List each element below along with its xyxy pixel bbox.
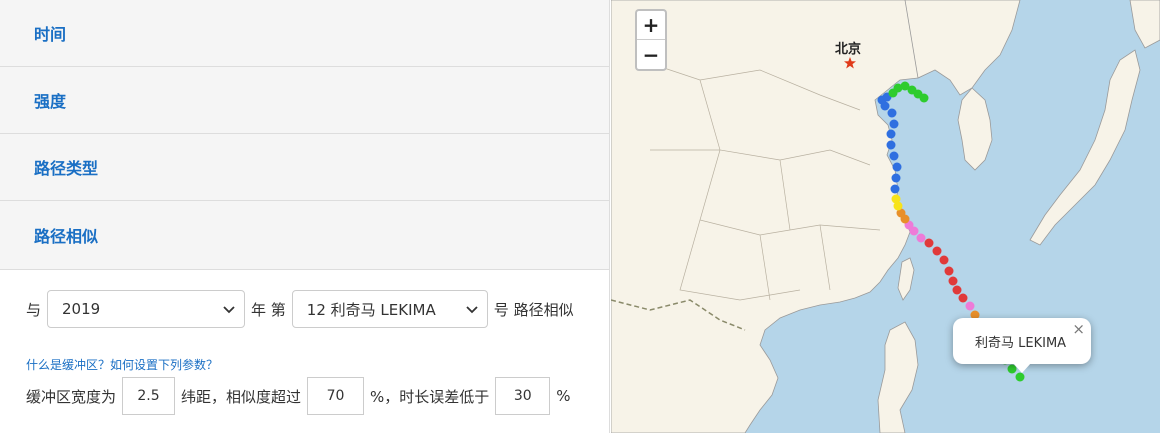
track-point[interactable] <box>952 285 962 295</box>
track-point[interactable] <box>891 173 901 183</box>
prefix-label: 与 <box>26 300 42 319</box>
zoom-control: + − <box>635 9 667 71</box>
close-icon[interactable]: × <box>1072 320 1085 338</box>
year-select[interactable]: 2019 <box>47 290 246 328</box>
zoom-in-button[interactable]: + <box>637 11 665 40</box>
track-point[interactable] <box>886 140 896 150</box>
similarity-threshold-input[interactable]: 70 <box>307 377 365 415</box>
track-point[interactable] <box>891 194 901 204</box>
similarity-row: 与 2019 年 第 12 利奇马 LEKIMA 号 路径相似 <box>26 290 583 328</box>
buffer-help-link[interactable]: 什么是缓冲区？如何设置下列参数？ <box>26 356 218 373</box>
popup-text: 利奇马 LEKIMA <box>975 335 1067 351</box>
track-point[interactable] <box>944 266 954 276</box>
track-point[interactable] <box>1015 372 1025 382</box>
year-middle-label: 年 第 <box>251 300 286 319</box>
track-point[interactable] <box>948 276 958 286</box>
buffer-width-label: 缓冲区宽度为 <box>26 387 117 406</box>
accordion-intensity[interactable]: 强度 <box>0 67 609 134</box>
typhoon-track <box>877 81 1025 382</box>
accordion-track-type[interactable]: 路径类型 <box>0 134 609 201</box>
track-point[interactable] <box>965 301 975 311</box>
duration-error-input[interactable]: 30 <box>495 377 551 415</box>
popup-tip <box>1013 363 1031 373</box>
duration-label: %，时长误差低于 <box>370 387 490 406</box>
track-point[interactable] <box>924 238 934 248</box>
track-point[interactable] <box>887 108 897 118</box>
track-point[interactable] <box>916 233 926 243</box>
percent-label: % <box>556 387 571 405</box>
track-point[interactable] <box>889 119 899 129</box>
track-point[interactable] <box>958 293 968 303</box>
latitude-label: 纬距，相似度超过 <box>181 387 302 406</box>
buffer-params-row: 缓冲区宽度为 2.5 纬距，相似度超过 70 %，时长误差低于 30 % <box>26 377 583 415</box>
track-point[interactable] <box>939 255 949 265</box>
typhoon-select[interactable]: 12 利奇马 LEKIMA <box>291 290 488 328</box>
accordion-time[interactable]: 时间 <box>0 0 609 67</box>
track-point[interactable] <box>890 184 900 194</box>
track-point[interactable] <box>892 162 902 172</box>
zoom-out-button[interactable]: − <box>637 40 665 69</box>
track-point[interactable] <box>889 151 899 161</box>
accordion-intensity-label: 强度 <box>34 92 67 111</box>
suffix-label: 号 路径相似 <box>493 300 574 319</box>
accordion-track-similarity-label: 路径相似 <box>34 227 99 246</box>
typhoon-select-value: 12 利奇马 LEKIMA <box>306 300 436 319</box>
similarity-panel: 与 2019 年 第 12 利奇马 LEKIMA 号 路径相似 什么是缓冲区？如… <box>0 270 609 415</box>
typhoon-map[interactable]: 北京 + − 利奇马 LEKIMA × <box>611 0 1160 433</box>
accordion-track-similarity[interactable]: 路径相似 <box>0 201 609 270</box>
accordion-time-label: 时间 <box>34 25 67 44</box>
accordion-track-type-label: 路径类型 <box>34 159 99 178</box>
chevron-down-icon <box>466 306 478 314</box>
typhoon-popup: 利奇马 LEKIMA × <box>953 318 1091 373</box>
buffer-width-input[interactable]: 2.5 <box>122 377 176 415</box>
filter-panel: 时间 强度 路径类型 路径相似 与 2019 年 第 12 利奇马 LEKIMA <box>0 0 610 433</box>
track-point[interactable] <box>932 246 942 256</box>
track-point[interactable] <box>919 93 929 103</box>
year-select-value: 2019 <box>62 300 101 318</box>
track-point[interactable] <box>886 129 896 139</box>
chevron-down-icon <box>223 306 235 314</box>
